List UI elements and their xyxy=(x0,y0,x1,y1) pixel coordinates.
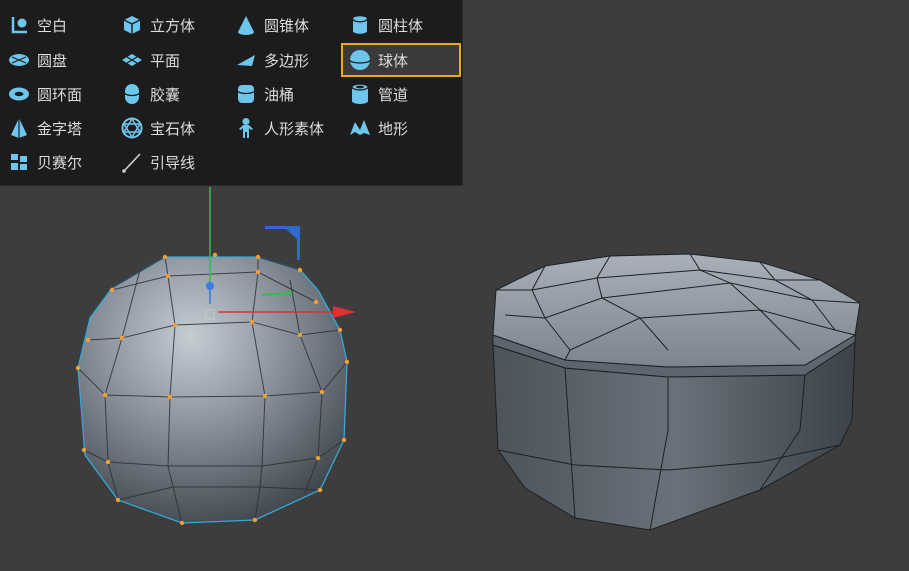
menu-item-label: 空白 xyxy=(37,16,68,35)
menu-item-label: 球体 xyxy=(378,51,409,70)
object-top-face xyxy=(492,253,861,368)
cube-icon xyxy=(123,16,141,34)
menu-item-oil-tank[interactable]: 油桶 xyxy=(227,77,342,111)
menu-item-label: 圆锥体 xyxy=(264,16,310,35)
sphere-icon xyxy=(349,50,371,70)
menu-item-label: 圆环面 xyxy=(37,85,83,104)
z-axis-knob[interactable] xyxy=(206,282,214,290)
gem-icon xyxy=(121,117,143,139)
cone-icon xyxy=(238,16,254,35)
oil-tank-icon xyxy=(237,85,255,103)
menu-item-gem[interactable]: 宝石体 xyxy=(113,111,228,145)
plane-icon xyxy=(122,54,142,66)
menu-item-label: 平面 xyxy=(150,51,181,70)
menu-item-pyramid[interactable]: 金字塔 xyxy=(0,111,115,145)
menu-item-capsule[interactable]: 胶囊 xyxy=(113,77,228,111)
sphere-object-selected[interactable] xyxy=(75,252,350,526)
menu-item-null-object[interactable]: 空白 xyxy=(0,8,115,42)
menu-item-tube[interactable]: 管道 xyxy=(341,77,456,111)
pyramid-icon xyxy=(11,118,27,138)
torus-icon xyxy=(9,87,29,101)
object-create-menu: 空白 立方体 圆锥体 圆柱体圆盘 平面 多边形 球体圆环面 胶囊 油桶 管道金字塔 宝石体 人形素体 地… xyxy=(0,0,463,186)
capsule-icon xyxy=(124,84,140,104)
menu-item-label: 胶囊 xyxy=(150,85,181,104)
landscape-icon xyxy=(350,120,370,135)
menu-item-cone[interactable]: 圆锥体 xyxy=(227,8,342,42)
tube-icon xyxy=(351,83,369,104)
bezier-icon xyxy=(11,154,27,170)
menu-item-label: 宝石体 xyxy=(150,119,196,138)
cylinder-icon xyxy=(352,16,368,34)
menu-item-guide[interactable]: 引导线 xyxy=(113,145,228,179)
menu-item-label: 人形素体 xyxy=(264,119,325,138)
menu-item-cylinder[interactable]: 圆柱体 xyxy=(341,8,456,42)
menu-item-label: 油桶 xyxy=(264,85,295,104)
menu-item-polygon[interactable]: 多边形 xyxy=(227,43,342,77)
menu-item-label: 管道 xyxy=(378,85,409,104)
figure-icon xyxy=(239,118,253,138)
menu-item-disc[interactable]: 圆盘 xyxy=(0,43,115,77)
polygon-icon xyxy=(237,55,255,66)
menu-item-label: 立方体 xyxy=(150,16,196,35)
menu-item-bezier[interactable]: 贝赛尔 xyxy=(0,145,115,179)
guide-icon xyxy=(122,153,141,173)
menu-item-cube[interactable]: 立方体 xyxy=(113,8,228,42)
gem-object[interactable] xyxy=(492,253,861,531)
x-axis-arrow[interactable] xyxy=(333,306,356,318)
null-object-icon xyxy=(11,17,27,34)
menu-item-label: 圆盘 xyxy=(37,51,68,70)
menu-item-landscape[interactable]: 地形 xyxy=(341,111,456,145)
menu-item-plane[interactable]: 平面 xyxy=(113,43,228,77)
menu-item-figure[interactable]: 人形素体 xyxy=(227,111,342,145)
menu-item-torus[interactable]: 圆环面 xyxy=(0,77,115,111)
disc-icon xyxy=(9,54,29,66)
menu-item-label: 地形 xyxy=(378,119,409,138)
menu-item-label: 引导线 xyxy=(150,153,196,172)
menu-item-label: 圆柱体 xyxy=(378,16,424,35)
menu-item-label: 多边形 xyxy=(264,51,310,70)
menu-item-sphere[interactable]: 球体 xyxy=(341,43,461,77)
menu-item-label: 贝赛尔 xyxy=(37,153,83,172)
menu-item-label: 金字塔 xyxy=(37,119,83,138)
